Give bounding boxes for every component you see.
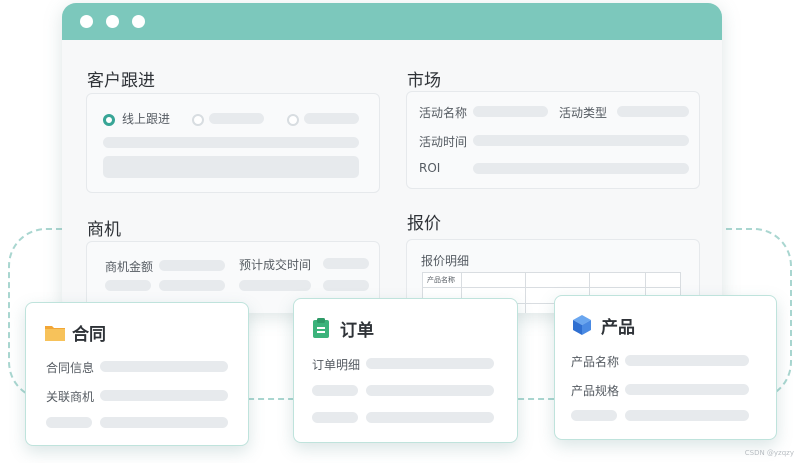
section-title-opportunity: 商机 xyxy=(87,220,121,240)
placeholder-bar xyxy=(625,355,749,366)
table-header-product-name: 产品名称 xyxy=(427,276,455,284)
placeholder-bar xyxy=(323,258,369,269)
placeholder-bar xyxy=(625,384,749,395)
radio-online-followup[interactable] xyxy=(103,114,115,126)
placeholder-bar xyxy=(100,417,228,428)
window-dot-1 xyxy=(80,15,93,28)
product-card[interactable]: 产品 产品名称 产品规格 xyxy=(554,295,777,440)
placeholder-bar xyxy=(625,410,749,421)
order-card[interactable]: 订单 订单明细 xyxy=(293,298,518,443)
placeholder-bar xyxy=(473,106,548,117)
section-title-market: 市场 xyxy=(407,71,441,91)
contract-card-title: 合同 xyxy=(72,325,106,345)
label-contract-info: 合同信息 xyxy=(46,361,95,375)
label-quote-detail: 报价明细 xyxy=(421,254,470,268)
window-titlebar xyxy=(62,3,722,40)
order-card-title: 订单 xyxy=(340,321,374,341)
label-opportunity-amount: 商机金额 xyxy=(105,260,154,274)
label-related-opportunity: 关联商机 xyxy=(46,390,95,404)
label-activity-time: 活动时间 xyxy=(419,135,468,149)
placeholder-bar xyxy=(304,113,359,124)
placeholder-bar xyxy=(617,106,689,117)
placeholder-bar xyxy=(473,135,689,146)
label-product-spec: 产品规格 xyxy=(571,384,620,398)
placeholder-bar xyxy=(366,358,494,369)
placeholder-bar xyxy=(366,412,494,423)
radio-option-2[interactable] xyxy=(192,114,204,126)
customer-followup-panel: 线上跟进 xyxy=(86,93,380,193)
placeholder-bar xyxy=(571,410,617,421)
placeholder-bar xyxy=(100,361,228,372)
section-title-customer-followup: 客户跟进 xyxy=(87,71,155,91)
label-activity-name: 活动名称 xyxy=(419,106,468,120)
placeholder-bar xyxy=(46,417,92,428)
window-dot-3 xyxy=(132,15,145,28)
label-order-detail: 订单明细 xyxy=(312,358,361,372)
clipboard-icon xyxy=(313,318,329,338)
market-panel: 活动名称 活动类型 活动时间 ROI xyxy=(406,91,700,189)
placeholder-textarea xyxy=(103,156,359,178)
radio-online-followup-label: 线上跟进 xyxy=(122,112,171,126)
placeholder-bar xyxy=(312,385,358,396)
label-expected-close: 预计成交时间 xyxy=(239,258,312,272)
placeholder-bar xyxy=(312,412,358,423)
placeholder-bar xyxy=(159,260,225,271)
watermark: CSDN @yzqzy xyxy=(744,449,794,457)
folder-icon xyxy=(45,326,65,341)
placeholder-bar xyxy=(323,280,369,291)
placeholder-bar xyxy=(209,113,264,124)
product-card-title: 产品 xyxy=(601,318,635,338)
label-activity-type: 活动类型 xyxy=(559,106,608,120)
section-title-quote: 报价 xyxy=(407,214,441,234)
placeholder-bar xyxy=(103,137,359,148)
cube-icon xyxy=(573,315,591,335)
placeholder-bar xyxy=(100,390,228,401)
placeholder-bar xyxy=(105,280,151,291)
label-roi: ROI xyxy=(419,161,441,175)
placeholder-bar xyxy=(473,163,689,174)
placeholder-bar xyxy=(366,385,494,396)
crm-window: 客户跟进 线上跟进 市场 活动名称 活动类型 活动时间 ROI 商机 商机金额 … xyxy=(62,3,722,313)
label-product-name: 产品名称 xyxy=(571,355,620,369)
contract-card[interactable]: 合同 合同信息 关联商机 xyxy=(25,302,249,446)
placeholder-bar xyxy=(159,280,225,291)
radio-option-3[interactable] xyxy=(287,114,299,126)
placeholder-bar xyxy=(239,280,311,291)
window-dot-2 xyxy=(106,15,119,28)
